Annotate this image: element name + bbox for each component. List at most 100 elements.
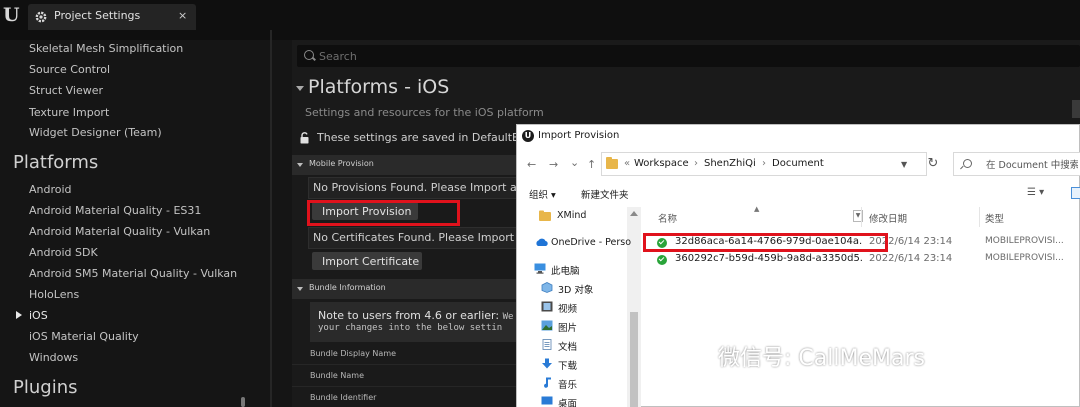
nav-item-desktop[interactable]: 桌面 bbox=[558, 396, 577, 407]
folder-search-box bbox=[953, 152, 1080, 176]
sidebar-item-android-material-quality-vulkan[interactable]: Android Material Quality - Vulkan bbox=[29, 225, 210, 238]
downloads-icon bbox=[542, 358, 552, 369]
sidebar-item-texture-import[interactable]: Texture Import bbox=[29, 106, 109, 119]
sidebar-item-ios-material-quality[interactable]: iOS Material Quality bbox=[29, 330, 139, 343]
bundle-information-section[interactable]: Bundle Information bbox=[292, 279, 518, 299]
nav-item-videos[interactable]: 视频 bbox=[558, 301, 577, 315]
import-certificate-button[interactable]: Import Certificate bbox=[312, 252, 422, 270]
sidebar-item-android-sdk[interactable]: Android SDK bbox=[29, 246, 98, 259]
note-line-1: Note to users from 4.6 or earlier: We no bbox=[318, 309, 530, 322]
forward-arrow-icon[interactable]: → bbox=[549, 158, 558, 171]
up-arrow-icon[interactable]: ↑ bbox=[587, 158, 596, 171]
sidebar-item-hololens[interactable]: HoloLens bbox=[29, 288, 79, 301]
search-icon bbox=[963, 159, 972, 168]
column-header-name[interactable]: 名称 bbox=[658, 211, 677, 225]
folder-search-input[interactable] bbox=[986, 157, 1078, 173]
sidebar-item-android-sm5-material-quality[interactable]: Android SM5 Material Quality - Vulkan bbox=[29, 267, 237, 280]
nav-item-documents[interactable]: 文档 bbox=[558, 339, 577, 353]
file-date: 2022/6/14 23:14 bbox=[869, 253, 953, 264]
page-description: Settings and resources for the iOS platf… bbox=[305, 106, 544, 119]
close-icon[interactable]: × bbox=[178, 9, 187, 22]
nav-item-music[interactable]: 音乐 bbox=[558, 377, 577, 391]
address-bar[interactable]: « Workspace › ShenZhiQi › Document bbox=[601, 152, 927, 176]
back-arrow-icon[interactable]: ← bbox=[527, 158, 536, 171]
sidebar-item-android[interactable]: Android bbox=[29, 183, 72, 196]
column-divider[interactable] bbox=[861, 207, 862, 227]
nav-item-downloads[interactable]: 下载 bbox=[558, 358, 577, 372]
no-provisions-text: No Provisions Found. Please Import a Pr bbox=[313, 181, 519, 194]
search-box bbox=[297, 45, 1080, 67]
platforms-heading: Platforms bbox=[13, 152, 99, 173]
bundle-note: Note to users from 4.6 or earlier: We no… bbox=[310, 302, 530, 342]
folder-icon bbox=[606, 157, 618, 169]
sidebar-item-struct-viewer[interactable]: Struct Viewer bbox=[29, 84, 103, 97]
settings-gear-icon bbox=[35, 11, 47, 23]
recent-locations-chevron-icon[interactable]: ⌄ bbox=[570, 156, 579, 169]
nav-item-xmind[interactable]: XMind bbox=[557, 210, 586, 221]
3d-objects-icon bbox=[541, 282, 553, 293]
file-row[interactable]: 360292c7-b59d-459b-9a8d-a3350d5... 2022/… bbox=[651, 252, 1080, 268]
no-certificates-text: No Certificates Found. Please Import a C bbox=[313, 231, 519, 244]
preview-pane-button[interactable] bbox=[1071, 187, 1080, 199]
mobile-provision-section[interactable]: Mobile Provision bbox=[292, 155, 518, 175]
file-type: MOBILEPROVISI... bbox=[985, 253, 1064, 263]
sidebar-item-source-control[interactable]: Source Control bbox=[29, 63, 110, 76]
certificate-status-row: No Certificates Found. Please Import a C bbox=[308, 227, 519, 249]
breadcrumb-separator: › bbox=[694, 158, 698, 169]
provision-status-row: No Provisions Found. Please Import a Pr bbox=[308, 177, 519, 199]
row-divider bbox=[292, 364, 518, 365]
saved-notice: These settings are saved in DefaultEngi bbox=[317, 131, 517, 144]
new-folder-button[interactable]: 新建文件夹 bbox=[581, 187, 629, 201]
documents-icon bbox=[542, 339, 552, 350]
music-icon bbox=[544, 377, 551, 388]
scroll-up-icon[interactable] bbox=[630, 211, 638, 216]
column-header-date[interactable]: 修改日期 bbox=[869, 211, 907, 225]
nav-item-onedrive[interactable]: OneDrive - Perso bbox=[551, 237, 631, 248]
section-title: Bundle Information bbox=[309, 283, 386, 292]
watermark-text: 微信号: CallMeMars bbox=[718, 346, 925, 371]
nav-item-pictures[interactable]: 图片 bbox=[558, 320, 577, 334]
collapse-caret-icon[interactable] bbox=[296, 86, 304, 91]
export-button[interactable] bbox=[1072, 100, 1080, 118]
column-header-type[interactable]: 类型 bbox=[985, 211, 1004, 225]
tab-title: Project Settings bbox=[54, 9, 141, 22]
sidebar-item-widget-designer[interactable]: Widget Designer (Team) bbox=[29, 126, 162, 139]
bundle-identifier-label: Bundle Identifier bbox=[310, 393, 377, 402]
refresh-icon[interactable]: ↻ bbox=[919, 152, 947, 176]
row-divider bbox=[292, 386, 518, 387]
scroll-thumb[interactable] bbox=[630, 312, 638, 407]
breadcrumb-workspace[interactable]: Workspace bbox=[634, 158, 689, 169]
note-line-2: your changes into the below settin bbox=[318, 323, 503, 333]
breadcrumb-document[interactable]: Document bbox=[772, 158, 824, 169]
highlight-box bbox=[307, 200, 460, 226]
search-input[interactable] bbox=[319, 47, 1019, 65]
pictures-icon bbox=[541, 320, 553, 331]
view-options-button[interactable]: ☰ ▾ bbox=[1027, 187, 1044, 198]
bundle-name-label: Bundle Name bbox=[310, 371, 364, 380]
search-icon bbox=[304, 50, 314, 60]
sort-ascending-icon: ▲ bbox=[754, 205, 760, 213]
sidebar-scrollbar[interactable] bbox=[241, 397, 245, 407]
column-divider[interactable] bbox=[979, 207, 980, 227]
sidebar-item-skeletal-mesh-simplification[interactable]: Skeletal Mesh Simplification bbox=[29, 42, 183, 55]
sidebar-item-ios[interactable]: iOS bbox=[29, 309, 48, 322]
sidebar-item-android-material-quality-es31[interactable]: Android Material Quality - ES31 bbox=[29, 204, 201, 217]
breadcrumb-overflow[interactable]: « bbox=[624, 158, 630, 169]
chevron-down-icon[interactable]: ▼ bbox=[901, 160, 907, 169]
sidebar-item-windows[interactable]: Windows bbox=[29, 351, 78, 364]
bundle-display-name-label: Bundle Display Name bbox=[310, 349, 397, 358]
wechat-icon bbox=[682, 342, 712, 365]
project-settings-tab[interactable]: Project Settings × bbox=[28, 4, 196, 30]
desktop-icon bbox=[541, 396, 553, 405]
highlight-box bbox=[643, 233, 888, 252]
file-name: 360292c7-b59d-459b-9a8d-a3350d5... bbox=[675, 253, 863, 264]
page-title: Platforms - iOS bbox=[308, 76, 450, 98]
sidebar-divider bbox=[270, 30, 272, 407]
organize-button[interactable]: 组织 ▾ bbox=[529, 187, 556, 201]
nav-item-3d-objects[interactable]: 3D 对象 bbox=[558, 282, 593, 296]
folder-icon bbox=[539, 210, 551, 221]
nav-item-this-pc[interactable]: 此电脑 bbox=[551, 263, 580, 277]
videos-icon bbox=[541, 301, 553, 312]
breadcrumb-shenzhiqi[interactable]: ShenZhiQi bbox=[704, 158, 756, 169]
unreal-logo-icon: U bbox=[522, 130, 534, 142]
